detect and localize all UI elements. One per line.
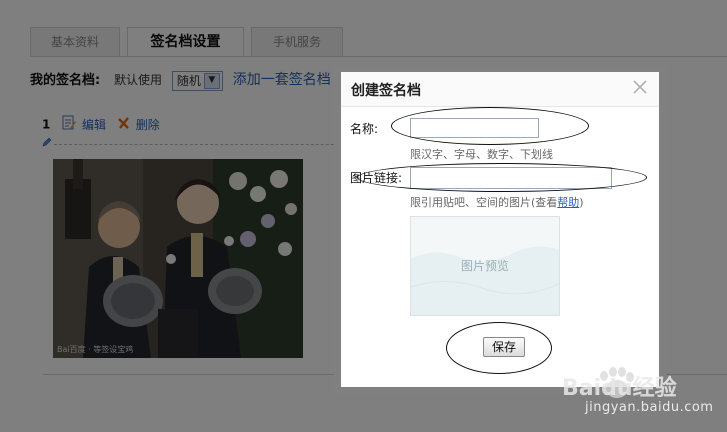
name-label: 名称: (350, 122, 379, 136)
image-link-label: 图片链接: (350, 171, 403, 185)
image-preview: 图片预览 (410, 216, 560, 316)
name-hint: 限汉字、字母、数字、下划线 (410, 148, 553, 161)
close-icon[interactable] (631, 78, 649, 96)
image-link-field[interactable] (410, 167, 612, 189)
image-link-hint: 限引用贴吧、空间的图片(查看帮助) (410, 194, 584, 210)
image-hint-suffix: ) (579, 196, 584, 209)
create-signature-dialog: 创建签名档 名称: 限汉字、字母、数字、下划线 图片链接: 限引用贴吧、空间的图… (341, 72, 659, 387)
image-hint-prefix: 限引用贴吧、空间的图片(查看 (410, 196, 558, 209)
dialog-header: 创建签名档 (341, 72, 659, 107)
preview-placeholder: 图片预览 (460, 259, 509, 273)
name-field[interactable] (410, 118, 539, 138)
save-button[interactable]: 保存 (483, 337, 525, 357)
dialog-title: 创建签名档 (351, 83, 421, 99)
baidu-watermark: Baidu经验 (562, 376, 677, 401)
baidu-url-watermark: jingyan.baidu.com (585, 400, 714, 415)
help-link[interactable]: 帮助 (557, 196, 579, 209)
